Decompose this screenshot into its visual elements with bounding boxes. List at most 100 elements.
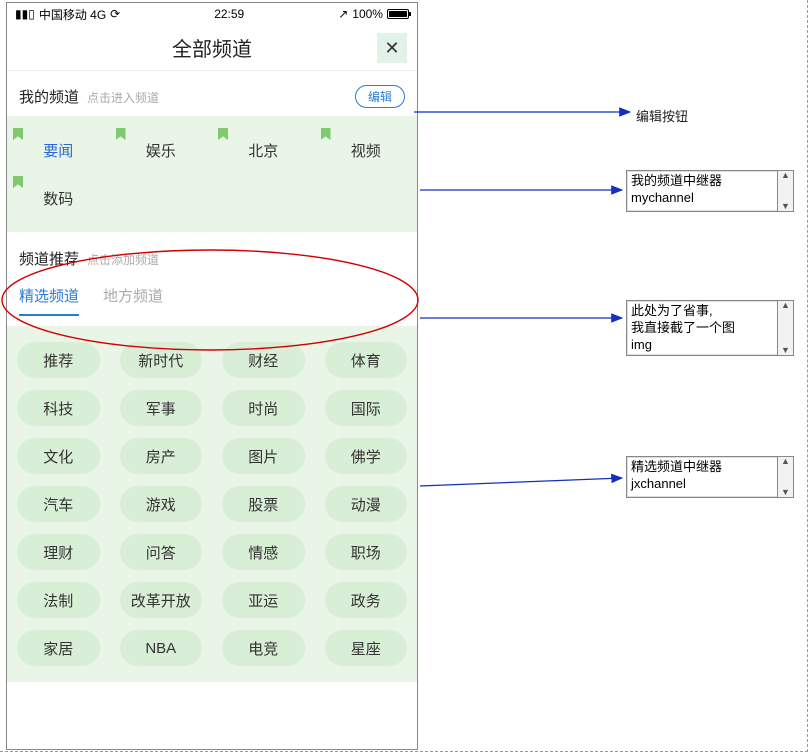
channel-label: 新时代 xyxy=(138,350,183,371)
battery-percent: 100% xyxy=(352,7,383,21)
channel-label: 推荐 xyxy=(43,350,73,371)
tab-featured[interactable]: 精选频道 xyxy=(19,285,79,316)
jxchannel-item[interactable]: 情感 xyxy=(212,528,315,576)
jxchannel-item[interactable]: 法制 xyxy=(7,576,110,624)
channel-label: 游戏 xyxy=(146,494,176,515)
channel-label: 北京 xyxy=(248,140,278,161)
bookmark-icon xyxy=(321,128,331,140)
channel-label: 时尚 xyxy=(248,398,278,419)
scrollbar-icon[interactable]: ▲▼ xyxy=(777,171,793,211)
channel-label: 娱乐 xyxy=(146,140,176,161)
annotation-jxchannel-box: 精选频道中继器 jxchannel ▲▼ xyxy=(626,456,794,498)
title-bar: 全部频道 ✕ xyxy=(7,25,417,71)
jxchannel-item[interactable]: 新时代 xyxy=(110,336,213,384)
mychannel-item[interactable]: 视频 xyxy=(315,126,418,174)
channel-label: 房产 xyxy=(146,446,176,467)
mychannel-item[interactable]: 北京 xyxy=(212,126,315,174)
jxchannel-item[interactable]: 财经 xyxy=(212,336,315,384)
page-title: 全部频道 xyxy=(172,33,252,62)
jxchannel-item[interactable]: 推荐 xyxy=(7,336,110,384)
bookmark-icon xyxy=(116,128,126,140)
battery-icon xyxy=(387,9,409,19)
bookmark-icon xyxy=(13,128,23,140)
channel-label: 财经 xyxy=(248,350,278,371)
mychannel-hint: 点击进入频道 xyxy=(87,89,159,106)
jxchannel-item[interactable]: 问答 xyxy=(110,528,213,576)
jxchannel-item[interactable]: 理财 xyxy=(7,528,110,576)
jxchannel-item[interactable]: 动漫 xyxy=(315,480,418,528)
status-time: 22:59 xyxy=(214,7,244,21)
bookmark-icon xyxy=(218,128,228,140)
channel-label: 要闻 xyxy=(43,140,73,161)
signal-icon: ▮▮▯ xyxy=(15,7,35,21)
jxchannel-item[interactable]: 国际 xyxy=(315,384,418,432)
channel-label: 图片 xyxy=(248,446,278,467)
status-bar: ▮▮▯ 中国移动 4G ⟳ 22:59 ↗ 100% xyxy=(7,3,417,25)
channel-label: 文化 xyxy=(43,446,73,467)
channel-label: 体育 xyxy=(351,350,381,371)
annotation-img-box: 此处为了省事, 我直接截了一个图 img ▲▼ xyxy=(626,300,794,356)
channel-label: 电竞 xyxy=(248,638,278,659)
jxchannel-item[interactable]: 图片 xyxy=(212,432,315,480)
mychannel-item[interactable]: 数码 xyxy=(7,174,110,222)
annotation-img-line3: img xyxy=(631,337,773,354)
jxchannel-item[interactable]: 房产 xyxy=(110,432,213,480)
annotation-mychannel-line1: 我的频道中继器 xyxy=(631,173,773,190)
recommend-tabs: 精选频道 地方频道 xyxy=(7,279,417,316)
jxchannel-item[interactable]: 文化 xyxy=(7,432,110,480)
annotation-mychannel-box: 我的频道中继器 mychannel ▲▼ xyxy=(626,170,794,212)
annotation-img-line2: 我直接截了一个图 xyxy=(631,320,773,337)
channel-label: 情感 xyxy=(248,542,278,563)
annotation-img-line1: 此处为了省事, xyxy=(631,303,773,320)
channel-label: 视频 xyxy=(351,140,381,161)
mychannel-header: 我的频道 点击进入频道 编辑 xyxy=(7,71,417,116)
channel-label: 佛学 xyxy=(351,446,381,467)
channel-label: 改革开放 xyxy=(131,590,191,611)
edit-button[interactable]: 编辑 xyxy=(355,85,405,108)
channel-label: 汽车 xyxy=(43,494,73,515)
recommend-title: 频道推荐 xyxy=(19,248,79,269)
jxchannel-item[interactable]: 股票 xyxy=(212,480,315,528)
close-button[interactable]: ✕ xyxy=(377,33,407,63)
mychannel-grid-area: 要闻 娱乐 北京 视频数码 xyxy=(7,116,417,232)
channel-label: NBA xyxy=(145,640,176,657)
tab-local[interactable]: 地方频道 xyxy=(103,285,163,316)
diagram-canvas: ▮▮▯ 中国移动 4G ⟳ 22:59 ↗ 100% 全部频道 ✕ 我的频道 点… xyxy=(0,0,808,752)
channel-label: 家居 xyxy=(43,638,73,659)
channel-label: 星座 xyxy=(351,638,381,659)
scrollbar-icon[interactable]: ▲▼ xyxy=(777,301,793,355)
mychannel-item[interactable]: 娱乐 xyxy=(110,126,213,174)
jxchannel-item[interactable]: 电竞 xyxy=(212,624,315,672)
location-icon: ↗ xyxy=(338,7,348,21)
channel-label: 亚运 xyxy=(248,590,278,611)
jxchannel-item[interactable]: 改革开放 xyxy=(110,576,213,624)
channel-label: 理财 xyxy=(43,542,73,563)
channel-label: 国际 xyxy=(351,398,381,419)
annotation-edit-label: 编辑按钮 xyxy=(636,106,688,125)
jxchannel-item[interactable]: 星座 xyxy=(315,624,418,672)
jxchannel-item[interactable]: 政务 xyxy=(315,576,418,624)
jxchannel-item[interactable]: NBA xyxy=(110,624,213,672)
jxchannel-item[interactable]: 军事 xyxy=(110,384,213,432)
jxchannel-item[interactable]: 体育 xyxy=(315,336,418,384)
bookmark-icon xyxy=(13,176,23,188)
jxchannel-item[interactable]: 亚运 xyxy=(212,576,315,624)
jxchannel-item[interactable]: 职场 xyxy=(315,528,418,576)
mychannel-item[interactable]: 要闻 xyxy=(7,126,110,174)
jxchannel-item[interactable]: 家居 xyxy=(7,624,110,672)
phone-frame: ▮▮▯ 中国移动 4G ⟳ 22:59 ↗ 100% 全部频道 ✕ 我的频道 点… xyxy=(6,2,418,750)
jxchannel-item[interactable]: 科技 xyxy=(7,384,110,432)
annotation-mychannel-line2: mychannel xyxy=(631,190,773,207)
jxchannel-grid-area: 推荐 新时代 财经 体育科技 军事 时尚 国际文化 房产 图片 佛学汽车 游戏 股票动漫理财 问答 情感 职… xyxy=(7,326,417,682)
jxchannel-item[interactable]: 时尚 xyxy=(212,384,315,432)
jxchannel-item[interactable]: 游戏 xyxy=(110,480,213,528)
jxchannel-item[interactable]: 佛学 xyxy=(315,432,418,480)
scrollbar-icon[interactable]: ▲▼ xyxy=(777,457,793,497)
annotation-jxchannel-line1: 精选频道中继器 xyxy=(631,459,773,476)
channel-label: 军事 xyxy=(146,398,176,419)
jxchannel-item[interactable]: 汽车 xyxy=(7,480,110,528)
annotation-jxchannel-line2: jxchannel xyxy=(631,476,773,493)
mychannel-title: 我的频道 xyxy=(19,86,79,107)
channel-label: 政务 xyxy=(351,590,381,611)
channel-label: 科技 xyxy=(43,398,73,419)
